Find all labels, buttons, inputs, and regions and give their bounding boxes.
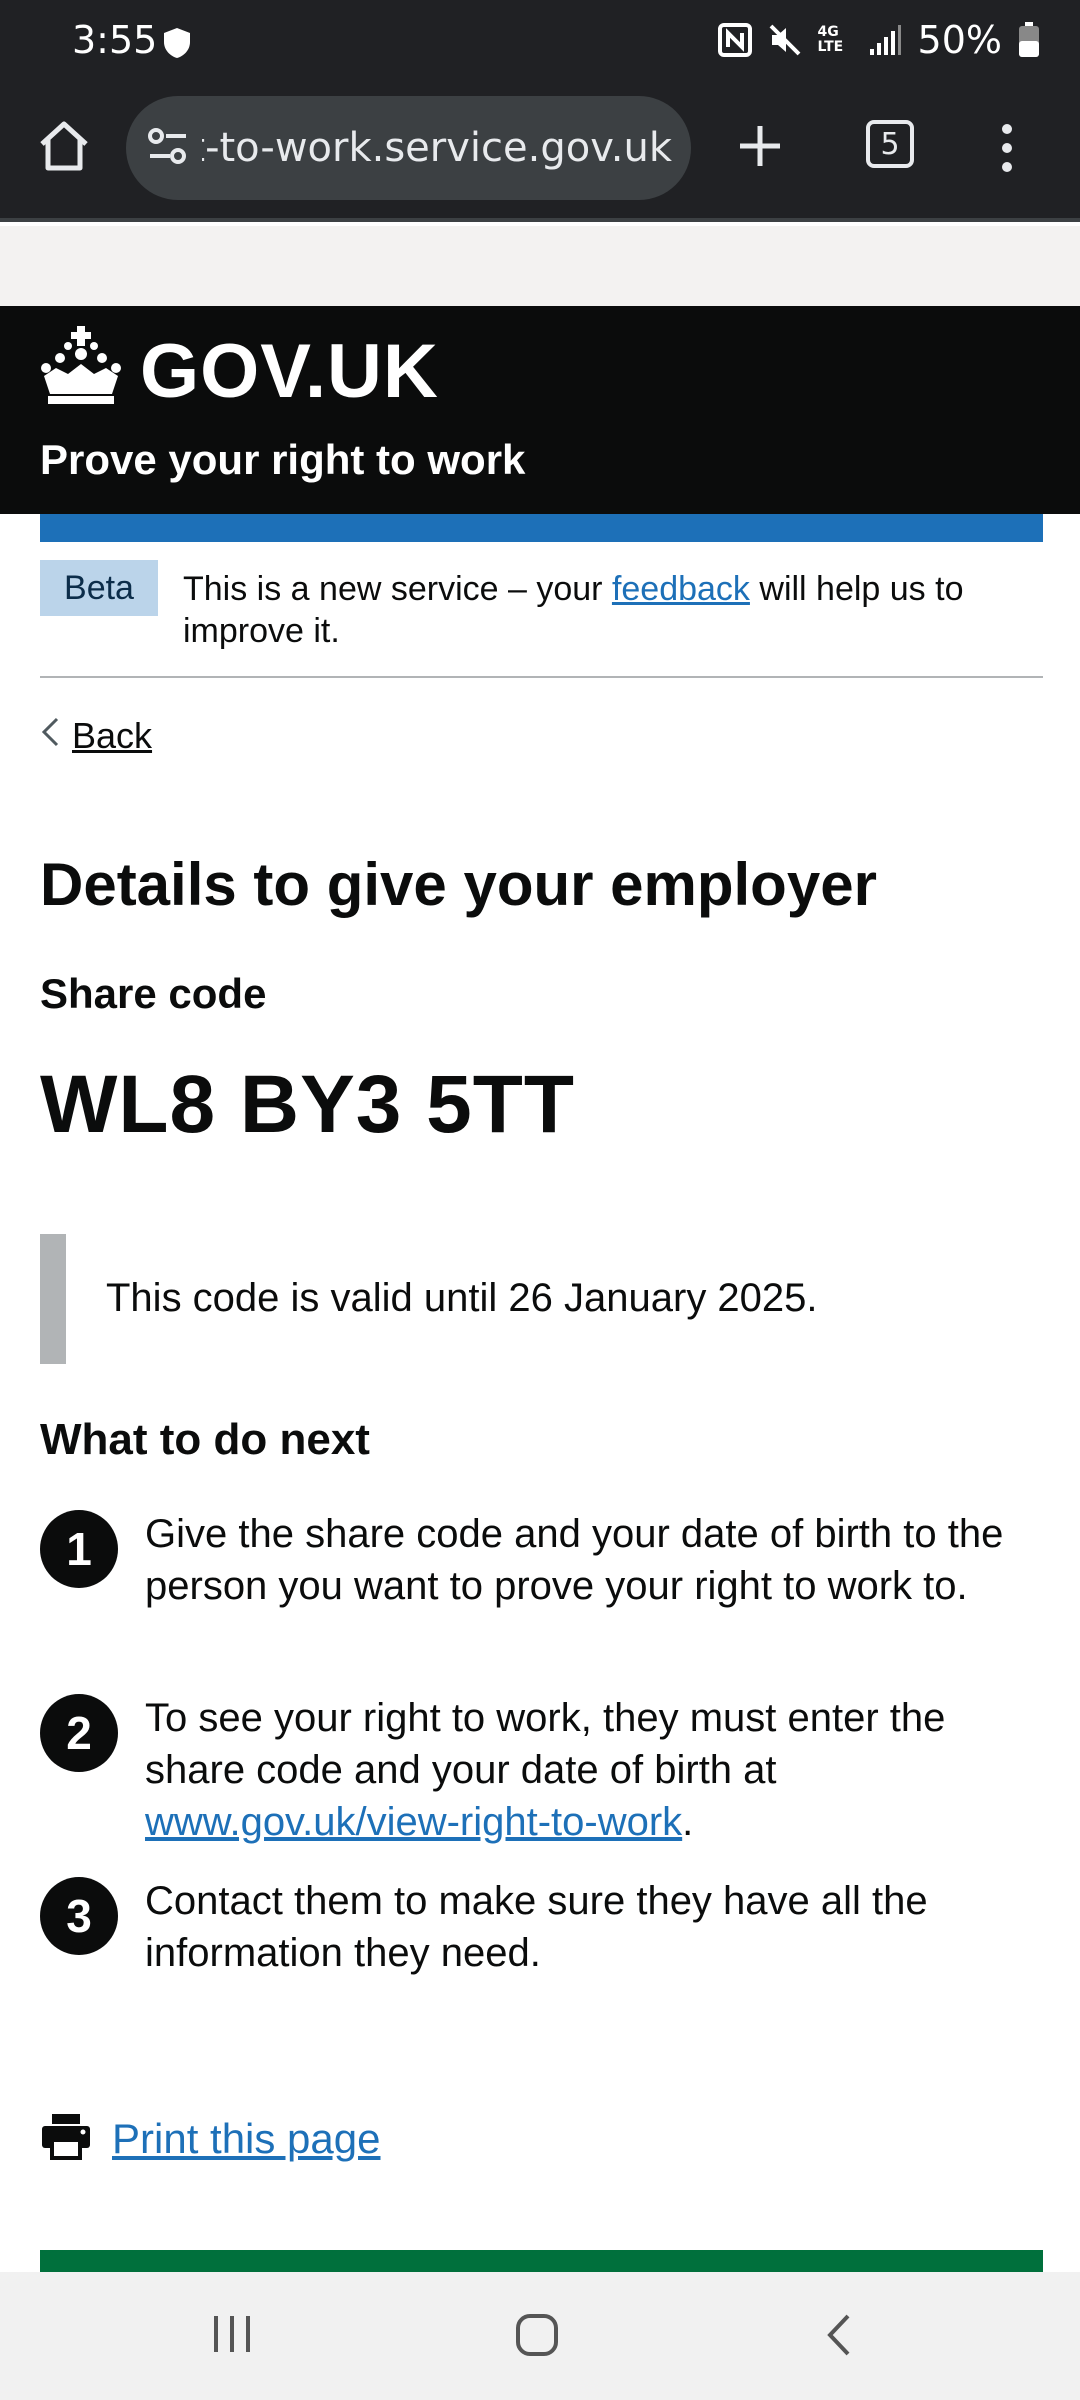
- shield-icon: [162, 26, 192, 65]
- print-container[interactable]: Print this page: [40, 2112, 381, 2165]
- header-blue-bar: [40, 514, 1043, 542]
- battery-level: 50%: [917, 18, 1002, 62]
- page-title: Details to give your employer: [40, 851, 877, 918]
- next-steps-heading: What to do next: [40, 1415, 370, 1464]
- url-text: right-to-work.service.gov.uk: [202, 125, 672, 171]
- validity-text: This code is valid until 26 January 2025…: [106, 1276, 818, 1320]
- share-code-heading: Share code: [40, 970, 267, 1017]
- step-2-text: To see your right to work, they must ent…: [145, 1696, 946, 1792]
- view-right-to-work-link[interactable]: www.gov.uk/view-right-to-work: [145, 1800, 682, 1844]
- step-text: Contact them to make sure they have all …: [145, 1879, 928, 1975]
- service-name[interactable]: Prove your right to work: [40, 436, 525, 484]
- status-time: 3:55: [72, 18, 158, 62]
- nfc-icon: [717, 23, 752, 57]
- nav-back-icon[interactable]: [820, 2312, 860, 2363]
- govuk-header: GOV.UK Prove your right to work: [0, 306, 1080, 514]
- step-number: 2: [40, 1694, 118, 1772]
- phase-banner-text: This is a new service – your feedback wi…: [183, 568, 1023, 652]
- step-number: 3: [40, 1877, 118, 1955]
- share-code: WL8 BY3 5TT: [40, 1059, 575, 1150]
- network-label: 4G LTE: [817, 24, 844, 55]
- plus-icon[interactable]: [732, 118, 788, 179]
- address-bar[interactable]: right-to-work.service.gov.uk: [126, 96, 691, 200]
- status-icons: 4G LTE 50%: [717, 18, 1040, 62]
- validity-inset: This code is valid until 26 January 2025…: [40, 1234, 940, 1364]
- phase-banner: Beta This is a new service – your feedba…: [40, 560, 1043, 678]
- home-icon[interactable]: [36, 118, 92, 179]
- crown-icon[interactable]: [38, 324, 124, 411]
- menu-icon[interactable]: [1000, 122, 1014, 179]
- system-nav-bar: [0, 2272, 1080, 2400]
- nav-home-icon[interactable]: [514, 2312, 560, 2363]
- chevron-left-icon: [40, 715, 60, 757]
- battery-icon: [1018, 22, 1040, 58]
- tabs-icon[interactable]: 5: [866, 120, 914, 168]
- recents-icon[interactable]: [210, 2312, 254, 2361]
- step-text: To see your right to work, they must ent…: [145, 1692, 1045, 1848]
- step-number: 1: [40, 1510, 118, 1588]
- printer-icon[interactable]: [40, 2112, 92, 2165]
- top-grey-strip: [0, 226, 1080, 306]
- step-2-suffix: .: [682, 1800, 694, 1844]
- phase-text-start: This is a new service – your: [183, 570, 612, 608]
- mute-icon: [768, 23, 802, 57]
- step-text: Give the share code and your date of bir…: [145, 1512, 1004, 1608]
- back-link-container[interactable]: Back: [40, 715, 152, 757]
- print-link[interactable]: Print this page: [112, 2115, 381, 2163]
- back-link[interactable]: Back: [72, 715, 152, 757]
- govuk-logo-text[interactable]: GOV.UK: [140, 328, 439, 415]
- tune-icon[interactable]: [146, 126, 190, 171]
- status-bar: 3:55 4G LTE 50%: [0, 0, 1080, 88]
- browser-toolbar: right-to-work.service.gov.uk 5: [0, 88, 1080, 222]
- feedback-link[interactable]: feedback: [612, 570, 750, 608]
- signal-icon: [868, 23, 902, 57]
- beta-tag: Beta: [40, 560, 158, 616]
